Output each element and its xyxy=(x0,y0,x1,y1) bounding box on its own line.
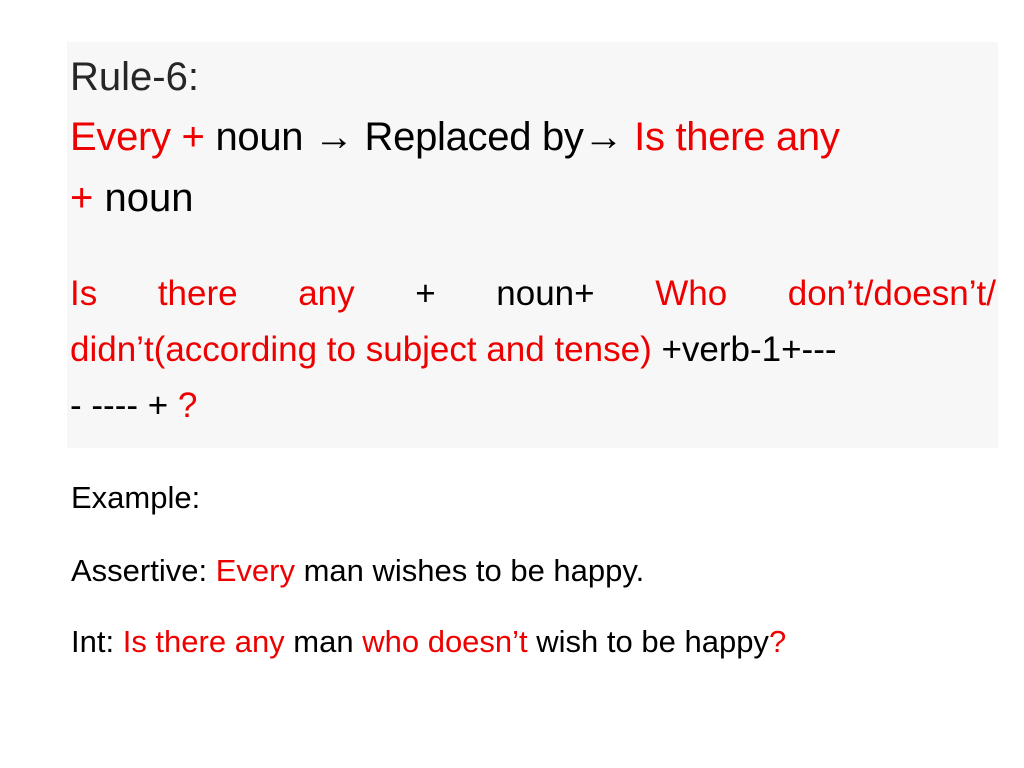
rule-statement-line-1: Every + noun → Replaced by→ Is there any xyxy=(70,112,840,162)
int-rest: wish to be happy xyxy=(527,624,769,659)
example-interrogative: Int: Is there any man who doesn’t wish t… xyxy=(71,622,786,662)
noun-replaced-by-text: noun → Replaced by→ xyxy=(204,115,635,159)
is-there-any-text: Is there any xyxy=(634,115,840,159)
int-label: Int: xyxy=(71,624,123,659)
pattern-verb: +verb-1+--- xyxy=(651,330,837,369)
pattern-didnt-according: didn’t(according to subject and tense) xyxy=(70,330,652,369)
pattern-is: Is xyxy=(70,274,98,313)
pattern-line-1: Is there any + noun+ Who don’t/doesn’t/ xyxy=(70,266,996,322)
pattern-dont-doesnt: don’t/doesn’t/ xyxy=(787,274,996,313)
assertive-every: Every xyxy=(215,553,295,588)
plus-text: + xyxy=(70,176,94,220)
noun-text: noun xyxy=(93,176,194,220)
structure-pattern: Is there any + noun+ Who don’t/doesn’t/ … xyxy=(70,266,996,434)
pattern-line-2: didn’t(according to subject and tense) +… xyxy=(70,322,996,378)
int-question-mark: ? xyxy=(768,624,787,659)
rule-statement-line-2: + noun xyxy=(70,173,193,223)
pattern-who: Who xyxy=(655,274,728,313)
pattern-question-mark: ? xyxy=(177,386,198,425)
pattern-noun-plus: noun+ xyxy=(496,274,595,313)
every-plus-text: Every + xyxy=(70,115,205,159)
example-heading: Example: xyxy=(71,480,201,515)
assertive-rest: man wishes to be happy. xyxy=(294,553,645,588)
pattern-plus: + xyxy=(415,274,436,313)
pattern-line-3: - ---- + ? xyxy=(70,378,996,434)
pattern-any: any xyxy=(298,274,355,313)
assertive-label: Assertive: xyxy=(71,553,216,588)
int-man: man xyxy=(284,624,363,659)
int-is-there-any: Is there any xyxy=(122,624,285,659)
pattern-dashes: - ---- + xyxy=(70,386,178,425)
example-assertive: Assertive: Every man wishes to be happy. xyxy=(71,551,644,591)
pattern-there: there xyxy=(157,274,238,313)
int-who-doesnt: who doesn’t xyxy=(362,624,528,659)
rule-title: Rule-6: xyxy=(70,55,199,99)
